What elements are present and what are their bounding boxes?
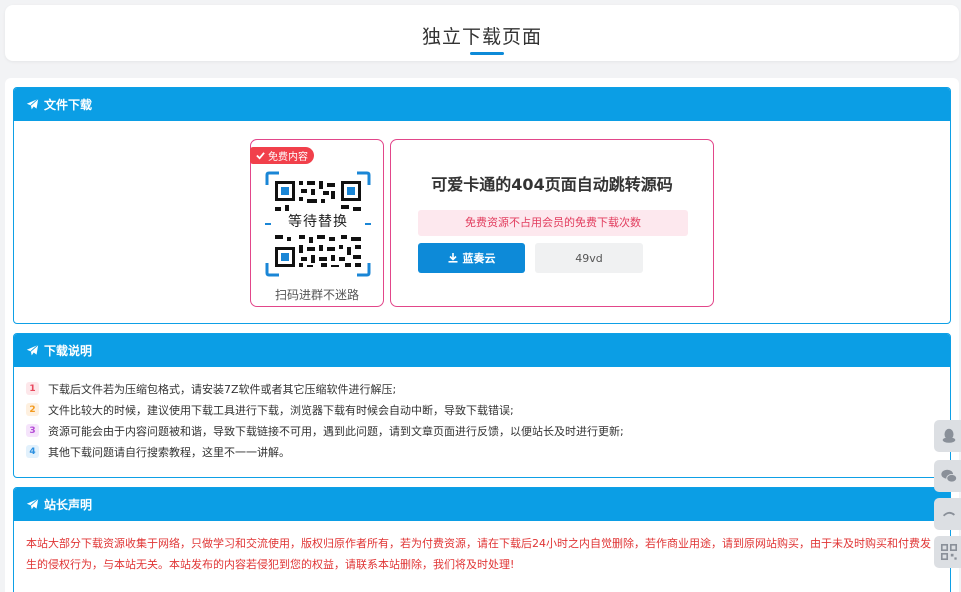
qr-card: 免费内容 等待替换 扫码进群不迷路 [250,139,384,307]
qr-caption: 扫码进群不迷路 [274,288,359,302]
qrcode-button[interactable] [934,536,961,568]
free-content-badge: 免费内容 [250,147,314,164]
wechat-icon [941,469,958,483]
title-underline [470,52,504,55]
step-text: 文件比较大的时候，建议使用下载工具进行下载，浏览器下载有时候会自动中断，导致下载… [48,403,514,417]
check-icon [256,152,265,160]
qrcode-icon [940,543,958,561]
step-number: 3 [26,424,39,437]
step-number: 2 [26,403,39,416]
panel-title: 下载说明 [44,344,93,358]
weibo-icon [942,511,955,517]
step-text: 其他下载问题请自行搜索教程，这里不一一讲解。 [48,445,290,459]
file-download-panel: 文件下载 免费内容 等待替换 扫码进群不迷路 可爱卡通的404页面自动跳转源码 … [13,87,951,324]
extract-code-button[interactable]: 49vd [535,243,643,273]
page-title: 独立下载页面 [421,26,542,48]
send-icon [26,498,39,510]
qr-code-image[interactable]: 等待替换 [265,171,371,277]
wechat-button[interactable] [934,460,961,492]
step-text: 下载后文件若为压缩包格式，请安装7Z软件或者其它压缩软件进行解压; [48,382,397,396]
lanzou-label: 蓝奏云 [462,252,496,265]
step-number: 4 [26,445,39,458]
step-text: 资源可能会由于内容问题被和谐，导致下载链接不可用，遇到此问题，请到文章页面进行反… [48,424,624,438]
send-icon [26,344,39,356]
qq-icon [942,428,956,443]
page-header: 独立下载页面 [5,5,959,61]
panel-header: 下载说明 [14,334,950,367]
step-number: 1 [26,382,39,395]
resource-title: 可爱卡通的404页面自动跳转源码 [431,175,673,194]
instruction-list: 1 下载后文件若为压缩包格式，请安装7Z软件或者其它压缩软件进行解压; 2 文件… [26,378,624,462]
weibo-button[interactable] [934,498,961,530]
panel-header: 文件下载 [14,88,950,121]
panel-title: 文件下载 [44,98,93,112]
panel-header: 站长声明 [14,488,950,521]
download-icon [448,253,457,263]
statement-text: 本站大部分下载资源收集于网络，只做学习和交流使用，版权归原作者所有，若为付费资源… [26,537,931,571]
statement-panel: 站长声明 本站大部分下载资源收集于网络，只做学习和交流使用，版权归原作者所有，若… [13,487,951,592]
list-item: 1 下载后文件若为压缩包格式，请安装7Z软件或者其它压缩软件进行解压; [26,378,624,399]
badge-label: 免费内容 [268,152,308,163]
list-item: 2 文件比较大的时候，建议使用下载工具进行下载，浏览器下载有时候会自动中断，导致… [26,399,624,420]
qq-button[interactable] [934,420,961,452]
list-item: 4 其他下载问题请自行搜索教程，这里不一一讲解。 [26,441,624,462]
list-item: 3 资源可能会由于内容问题被和谐，导致下载链接不可用，遇到此问题，请到文章页面进… [26,420,624,441]
free-notice: 免费资源不占用会员的免费下载次数 [418,210,688,236]
instructions-panel: 下载说明 1 下载后文件若为压缩包格式，请安装7Z软件或者其它压缩软件进行解压;… [13,333,951,478]
lanzou-download-button[interactable]: 蓝奏云 [418,243,525,273]
download-card: 可爱卡通的404页面自动跳转源码 免费资源不占用会员的免费下载次数 蓝奏云 49… [390,139,714,307]
send-icon [26,98,39,110]
qr-overlay-text: 等待替换 [273,211,363,233]
content-wrapper: 文件下载 免费内容 等待替换 扫码进群不迷路 可爱卡通的404页面自动跳转源码 … [5,78,959,592]
panel-title: 站长声明 [44,498,93,512]
